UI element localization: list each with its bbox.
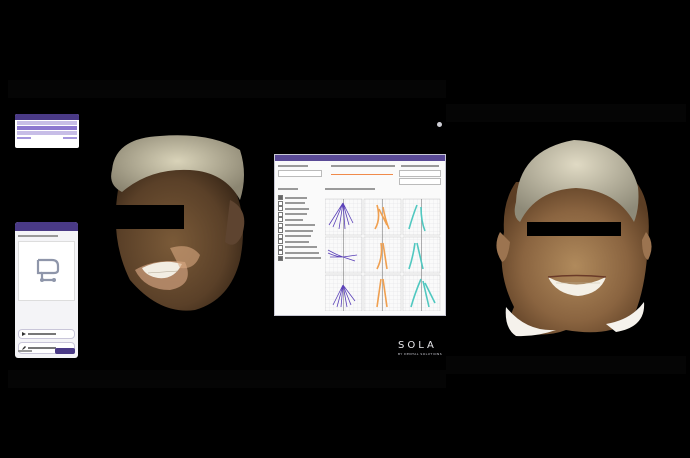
option-checkbox[interactable] (278, 255, 283, 261)
privacy-bar-right (527, 222, 621, 236)
dot-icon[interactable] (437, 122, 442, 127)
confirm-button[interactable] (55, 348, 75, 354)
analysis-option[interactable] (278, 233, 311, 239)
option-checkbox[interactable] (278, 206, 283, 211)
tool-panel (15, 222, 78, 358)
tool-panel-header (15, 222, 78, 231)
dialog-label (278, 165, 308, 167)
option-checkbox[interactable] (278, 200, 283, 206)
option-checkbox[interactable] (278, 228, 283, 233)
motion-trace-grids (325, 198, 441, 311)
timeline-slider[interactable] (331, 174, 393, 175)
option-checkbox[interactable] (278, 233, 283, 239)
play-button[interactable] (18, 329, 75, 339)
analysis-option[interactable] (278, 200, 305, 206)
list-heading (278, 188, 298, 190)
option-label (285, 229, 313, 232)
dropdown[interactable] (278, 170, 322, 177)
tool-panel-subtitle (18, 235, 58, 237)
analysis-option[interactable] (278, 222, 315, 228)
option-checkbox[interactable] (278, 211, 283, 217)
layer-row[interactable] (17, 121, 77, 125)
option-label (285, 213, 307, 215)
analysis-dialog (274, 154, 446, 316)
analysis-option[interactable] (278, 244, 317, 250)
analysis-option[interactable] (278, 217, 303, 222)
layer-row-selected[interactable] (17, 126, 77, 130)
option-checkbox[interactable] (278, 244, 283, 250)
analysis-option[interactable] (278, 211, 307, 217)
option-checkbox[interactable] (278, 222, 283, 228)
layers-panel-header (15, 114, 79, 120)
analysis-option[interactable] (278, 255, 321, 261)
option-label (285, 196, 307, 199)
privacy-bar-left (108, 205, 184, 229)
layers-panel (15, 114, 79, 148)
action-button[interactable] (399, 178, 441, 185)
layers-footer-link[interactable] (17, 137, 31, 139)
viewer-strip-top (8, 80, 446, 98)
option-label (285, 257, 321, 259)
dialog-label (331, 165, 395, 167)
action-button[interactable] (399, 170, 441, 177)
analysis-option[interactable] (278, 206, 309, 211)
back-link[interactable] (18, 350, 32, 352)
viewer-strip-bottom (8, 370, 446, 388)
option-checkbox[interactable] (278, 217, 283, 222)
option-label (285, 224, 315, 226)
analysis-option[interactable] (278, 195, 307, 200)
tool-panel-footer (18, 348, 75, 354)
option-checkbox[interactable] (278, 195, 283, 200)
option-checkbox[interactable] (278, 239, 283, 244)
option-label (285, 240, 309, 243)
viewer-strip-right-top (446, 104, 686, 122)
dialog-label (401, 165, 439, 167)
dialog-header (275, 155, 445, 161)
play-icon (22, 332, 26, 336)
sola-logo-subtitle: BY DENTAL SOLUTIONS (398, 352, 443, 356)
chart-heading (325, 188, 375, 190)
option-checkbox[interactable] (278, 250, 283, 255)
option-label (285, 251, 319, 254)
layer-row[interactable] (17, 131, 77, 135)
analysis-option[interactable] (278, 250, 319, 255)
face-scan-right (496, 140, 652, 337)
option-label (285, 218, 303, 221)
tool-preview (18, 241, 75, 301)
option-label (285, 207, 309, 210)
layers-panel-footer (15, 136, 79, 140)
analysis-option[interactable] (278, 239, 309, 244)
analysis-option[interactable] (278, 228, 313, 233)
layers-footer-link[interactable] (63, 137, 77, 139)
viewer-strip-right-bottom (446, 356, 686, 374)
sola-logo: SOLA (398, 340, 437, 351)
articulator-icon (36, 258, 59, 282)
option-label (285, 246, 317, 248)
option-label (285, 202, 305, 204)
option-label (285, 235, 311, 237)
